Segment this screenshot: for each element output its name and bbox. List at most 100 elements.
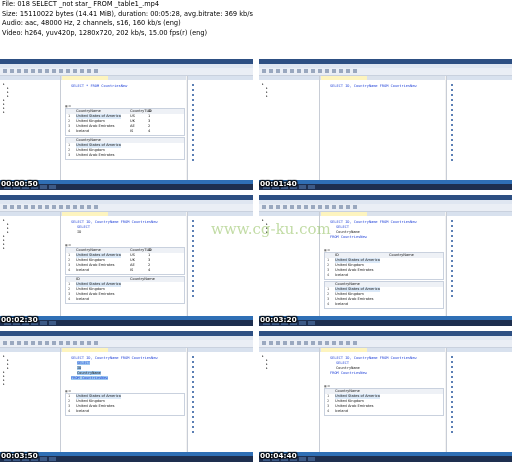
toolbar-button-icon[interactable] — [283, 205, 287, 209]
object-explorer-node[interactable]: ▸ — [3, 246, 5, 250]
solution-explorer-item[interactable] — [192, 284, 195, 288]
solution-explorer-item[interactable] — [451, 415, 454, 419]
results-row[interactable]: 4 Iceland IS 4 — [66, 129, 184, 134]
results-tabs[interactable]: ▦ ✉ — [65, 389, 105, 393]
solution-explorer-item[interactable] — [192, 138, 195, 142]
solution-explorer-item[interactable] — [192, 224, 195, 228]
toolbar-button-icon[interactable] — [73, 69, 77, 73]
solution-explorer-item[interactable] — [192, 128, 195, 132]
results-row[interactable]: 3 United Arab Emirates — [66, 153, 184, 158]
solution-explorer-item[interactable] — [192, 148, 195, 152]
toolbar-button-icon[interactable] — [332, 205, 336, 209]
toolbar-button-icon[interactable] — [59, 69, 63, 73]
solution-explorer-item[interactable] — [192, 370, 195, 374]
toolbar-button-icon[interactable] — [311, 205, 315, 209]
toolbar-button-icon[interactable] — [290, 205, 294, 209]
solution-explorer-item[interactable] — [451, 244, 454, 248]
solution-explorer-item[interactable] — [451, 93, 454, 97]
results-tabs[interactable]: ▦ ✉ — [65, 104, 105, 108]
solution-explorer-item[interactable] — [192, 395, 195, 399]
toolbar-button-icon[interactable] — [325, 69, 329, 73]
solution-explorer-item[interactable] — [192, 425, 195, 429]
solution-explorer-item[interactable] — [451, 380, 454, 384]
solution-explorer-item[interactable] — [192, 420, 195, 424]
results-row[interactable]: 4 Iceland — [325, 273, 443, 278]
toolbar-button-icon[interactable] — [73, 205, 77, 209]
toolbar-button-icon[interactable] — [353, 341, 357, 345]
toolbar-button-icon[interactable] — [353, 69, 357, 73]
solution-explorer-item[interactable] — [192, 234, 195, 238]
solution-explorer-item[interactable] — [451, 234, 454, 238]
solution-explorer-item[interactable] — [192, 365, 195, 369]
toolbar-button-icon[interactable] — [38, 69, 42, 73]
sql-editor[interactable]: SELECT ID, CountryName FROM CountriesNew… — [61, 352, 186, 452]
solution-explorer-item[interactable] — [192, 294, 195, 298]
object-explorer-node[interactable]: ▸ — [3, 382, 5, 386]
toolbar-button-icon[interactable] — [297, 205, 301, 209]
solution-explorer-item[interactable] — [451, 405, 454, 409]
toolbar-button-icon[interactable] — [332, 69, 336, 73]
solution-explorer-item[interactable] — [192, 123, 195, 127]
results-row[interactable]: 4 Iceland — [66, 409, 184, 414]
solution-explorer-item[interactable] — [451, 420, 454, 424]
solution-explorer-item[interactable] — [451, 390, 454, 394]
toolbar-button-icon[interactable] — [66, 341, 70, 345]
toolbar-button-icon[interactable] — [339, 205, 343, 209]
solution-explorer-item[interactable] — [451, 143, 454, 147]
toolbar-button-icon[interactable] — [24, 205, 28, 209]
solution-explorer-item[interactable] — [192, 430, 195, 434]
toolbar-button-icon[interactable] — [31, 205, 35, 209]
toolbar-button-icon[interactable] — [24, 69, 28, 73]
solution-explorer-item[interactable] — [192, 415, 195, 419]
toolbar-button-icon[interactable] — [45, 205, 49, 209]
solution-explorer-item[interactable] — [192, 279, 195, 283]
toolbar-button-icon[interactable] — [276, 69, 280, 73]
solution-explorer-item[interactable] — [451, 249, 454, 253]
object-explorer-node[interactable]: ▸ — [262, 354, 264, 358]
toolbar-button-icon[interactable] — [339, 69, 343, 73]
solution-explorer-item[interactable] — [451, 425, 454, 429]
solution-explorer-item[interactable] — [192, 410, 195, 414]
toolbar-button-icon[interactable] — [339, 341, 343, 345]
toolbar-button-icon[interactable] — [304, 205, 308, 209]
solution-explorer-item[interactable] — [451, 430, 454, 434]
solution-explorer-item[interactable] — [451, 128, 454, 132]
solution-explorer-item[interactable] — [451, 113, 454, 117]
toolbar-button-icon[interactable] — [290, 341, 294, 345]
sql-editor[interactable]: SELECT ID, CountryName FROM CountriesNew — [320, 80, 445, 180]
solution-explorer-item[interactable] — [451, 289, 454, 293]
taskbar-button[interactable] — [308, 457, 315, 461]
object-explorer-node[interactable]: ▸ — [3, 110, 5, 114]
solution-explorer-item[interactable] — [451, 410, 454, 414]
solution-explorer-item[interactable] — [192, 264, 195, 268]
results-row[interactable]: 4 Iceland — [325, 409, 443, 414]
solution-explorer-item[interactable] — [192, 113, 195, 117]
toolbar-button-icon[interactable] — [10, 341, 14, 345]
solution-explorer-item[interactable] — [192, 118, 195, 122]
toolbar-button-icon[interactable] — [38, 205, 42, 209]
solution-explorer-item[interactable] — [451, 158, 454, 162]
toolbar-button-icon[interactable] — [45, 341, 49, 345]
toolbar-button-icon[interactable] — [17, 205, 21, 209]
toolbar-button-icon[interactable] — [17, 69, 21, 73]
solution-explorer-item[interactable] — [192, 274, 195, 278]
solution-explorer-item[interactable] — [192, 93, 195, 97]
taskbar-button[interactable] — [49, 185, 56, 189]
toolbar-button-icon[interactable] — [297, 69, 301, 73]
solution-explorer-item[interactable] — [451, 118, 454, 122]
taskbar-button[interactable] — [40, 457, 47, 461]
solution-explorer-item[interactable] — [451, 365, 454, 369]
toolbar-button-icon[interactable] — [304, 341, 308, 345]
solution-explorer-item[interactable] — [451, 279, 454, 283]
object-explorer-node[interactable]: ▸ — [266, 366, 268, 370]
solution-explorer-item[interactable] — [451, 370, 454, 374]
object-explorer-node[interactable]: ▸ — [262, 218, 264, 222]
taskbar-button[interactable] — [299, 457, 306, 461]
results-tabs[interactable]: ▦ ✉ — [324, 248, 364, 252]
toolbar-button-icon[interactable] — [45, 69, 49, 73]
solution-explorer-item[interactable] — [451, 83, 454, 87]
sql-editor[interactable]: SELECT * FROM CountriesNew ▦ ✉ CountryName… — [61, 80, 186, 180]
solution-explorer-item[interactable] — [192, 249, 195, 253]
toolbar-button-icon[interactable] — [346, 69, 350, 73]
solution-explorer-item[interactable] — [451, 375, 454, 379]
